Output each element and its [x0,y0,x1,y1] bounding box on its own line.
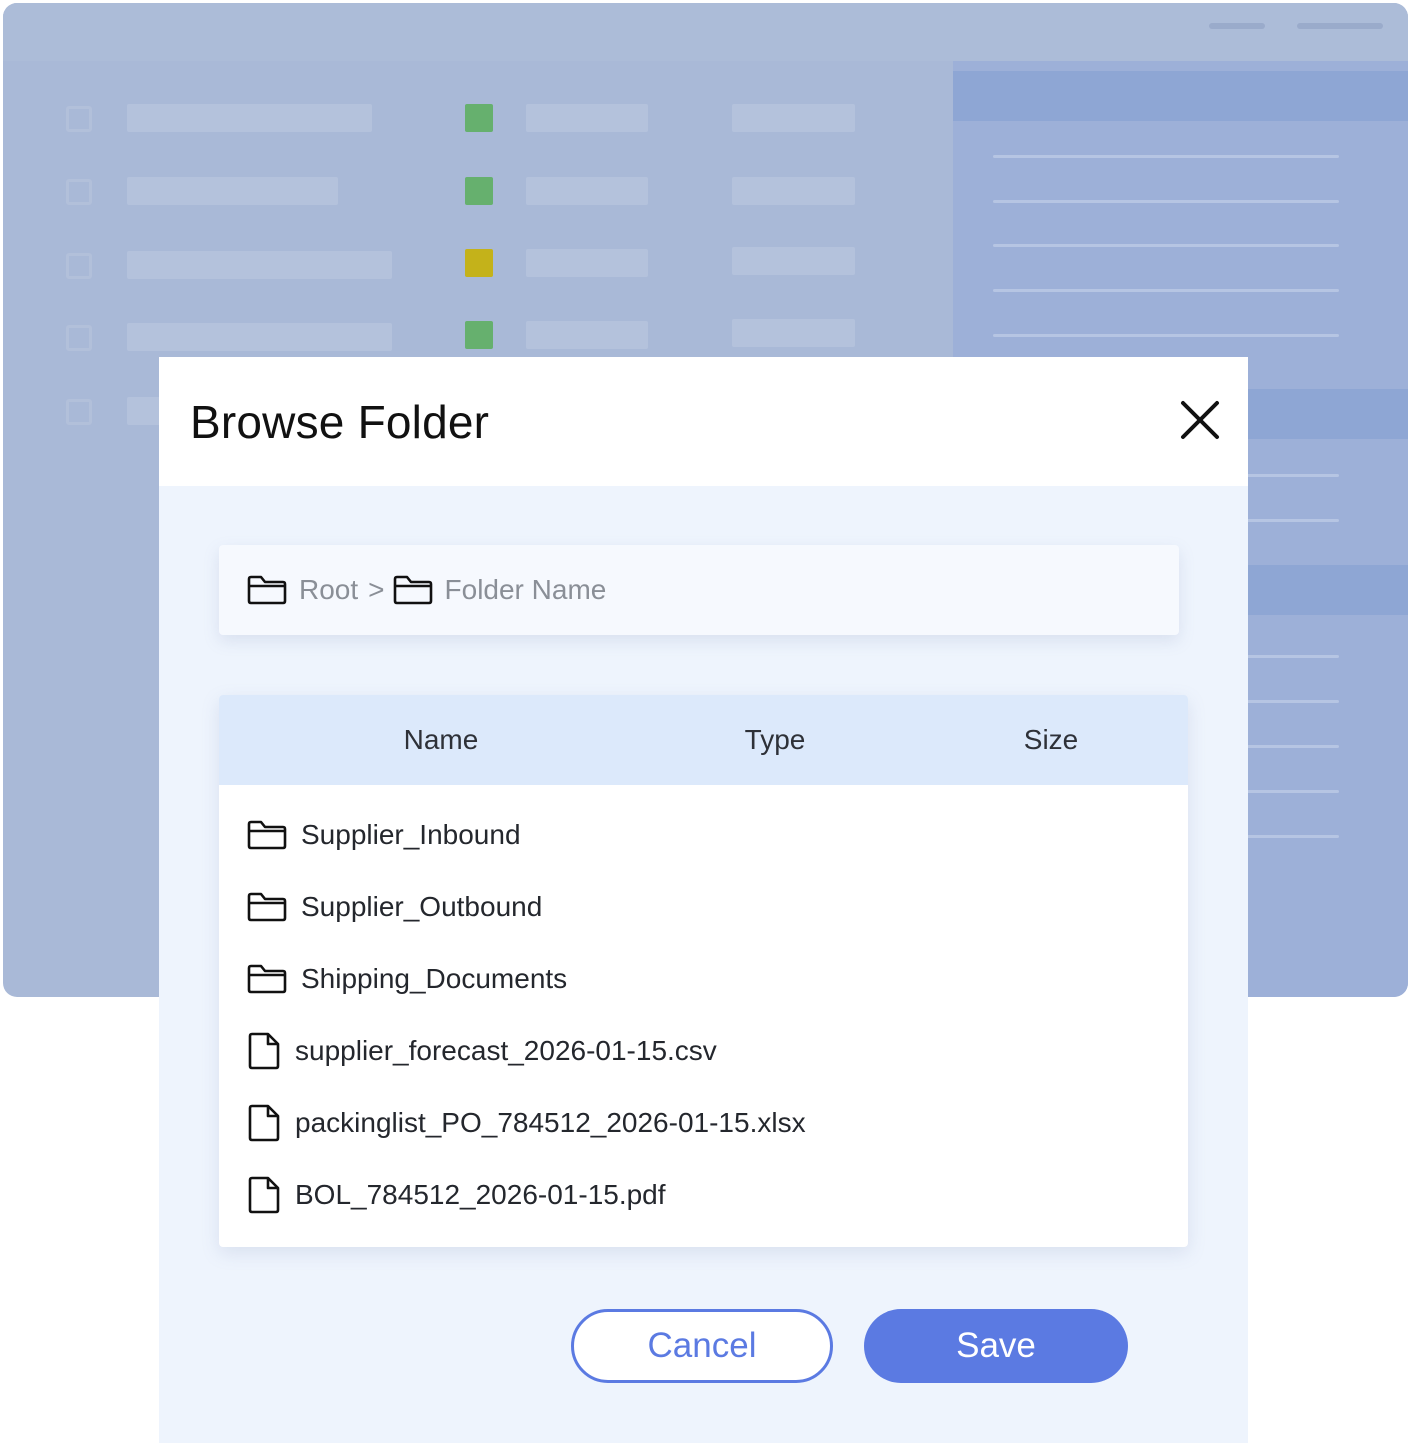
row-name: Shipping_Documents [301,963,568,994]
folder-icon [247,964,287,994]
close-icon [1181,401,1219,439]
breadcrumb-separator: > [368,574,385,605]
row-name: packinglist_PO_784512_2026-01-15.xlsx [295,1107,806,1138]
folder-icon [247,892,287,922]
background-window-control [1209,23,1265,29]
file-icon [248,1176,280,1214]
background-panel-line [993,155,1339,158]
background-row-bar [526,249,648,277]
breadcrumb-item-root[interactable]: Root [247,574,358,606]
background-titlebar [3,3,1408,61]
folder-icon [247,820,287,850]
background-status-badge [465,177,493,205]
background-row-checkbox [66,399,92,425]
table-row[interactable]: packinglist_PO_784512_2026-01-15.xlsx [219,1087,1188,1159]
row-name: Supplier_Outbound [301,891,543,922]
background-row-bar [127,177,338,205]
table-row[interactable]: Supplier_Outbound [219,871,1188,943]
cancel-button[interactable]: Cancel [571,1309,833,1383]
table-row[interactable]: Shipping_Documents [219,943,1188,1015]
table-row[interactable]: supplier_forecast_2026-01-15.csv [219,1015,1188,1087]
dialog-title: Browse Folder [190,396,490,448]
save-button[interactable]: Save [864,1309,1128,1383]
breadcrumb-label: Root [299,574,359,605]
dialog-header: Browse Folder [159,357,1248,486]
breadcrumb-label: Folder Name [444,574,607,605]
breadcrumb: Root > Folder Name [219,545,1179,635]
background-panel-line [993,289,1339,292]
table-header: Name Type Size [219,695,1188,785]
background-row-checkbox [66,325,92,351]
background-panel-line [993,200,1339,203]
browse-folder-dialog: Browse Folder Root > Folder Name Name Ty… [159,357,1248,1443]
background-row-bar [732,104,855,132]
background-panel-line [993,244,1339,247]
column-header-type[interactable]: Type [675,695,875,785]
background-row-checkbox [66,253,92,279]
row-name: Supplier_Inbound [301,819,521,850]
file-icon [248,1032,280,1070]
background-row-bar [526,104,648,132]
column-header-name[interactable]: Name [341,695,541,785]
background-row-bar [526,177,648,205]
background-status-badge [465,104,493,132]
row-name: BOL_784512_2026-01-15.pdf [295,1179,666,1210]
background-row-bar [127,104,372,132]
background-row-bar [127,323,392,351]
table-row[interactable]: Supplier_Inbound [219,799,1188,871]
background-row-bar [526,321,648,349]
background-row-bar [127,251,392,279]
table-row[interactable]: BOL_784512_2026-01-15.pdf [219,1159,1188,1231]
background-row-bar [732,247,855,275]
background-panel-line [993,334,1339,337]
background-window-control [1297,23,1383,29]
background-row-bar [732,177,855,205]
column-header-size[interactable]: Size [951,695,1151,785]
background-row-checkbox [66,106,92,132]
background-status-badge [465,321,493,349]
file-table: Name Type Size Supplier_Inbound Supplier… [219,695,1188,1247]
row-name: supplier_forecast_2026-01-15.csv [295,1035,717,1066]
file-icon [248,1104,280,1142]
background-status-badge [465,249,493,277]
breadcrumb-item-current-folder[interactable]: Folder Name [393,574,607,606]
background-row-checkbox [66,179,92,205]
folder-icon [247,575,287,605]
background-panel-header [953,71,1408,121]
background-row-bar [732,319,855,347]
folder-icon [393,575,432,605]
close-button[interactable] [1177,397,1223,443]
